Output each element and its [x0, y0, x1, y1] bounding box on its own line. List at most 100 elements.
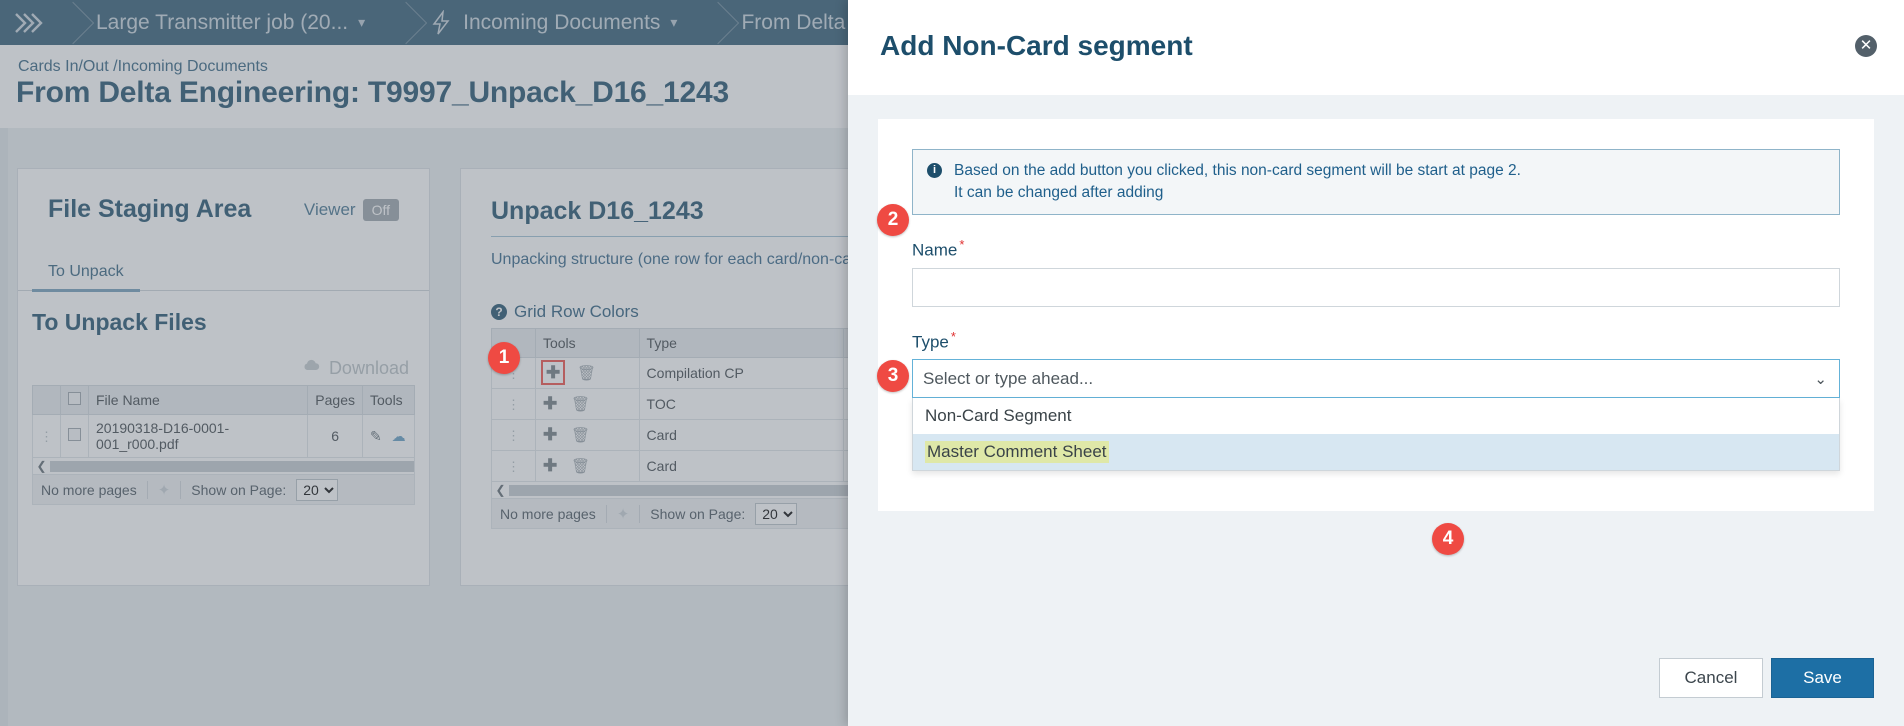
show-on-page-select[interactable]: 20 — [296, 478, 339, 501]
col-tools: Tools — [362, 385, 415, 415]
drag-handle-icon[interactable]: ⋮ — [507, 459, 520, 474]
step-badge-2: 2 — [877, 204, 909, 236]
select-all-checkbox[interactable] — [68, 392, 81, 405]
row-checkbox[interactable] — [68, 428, 81, 441]
download-button-label: Download — [328, 358, 409, 378]
tab-to-unpack[interactable]: To Unpack — [32, 258, 140, 292]
cell-tools[interactable]: ✚ 🗑 — [534, 450, 640, 482]
question-circle-icon[interactable]: ? — [491, 304, 507, 320]
name-field-label: Name * — [912, 237, 1840, 261]
cell-tools[interactable]: ✚ 🗑 — [534, 419, 640, 451]
dropdown-option-master-comment-sheet[interactable]: Master Comment Sheet — [913, 434, 1839, 471]
drag-handle-icon[interactable]: ⋮ — [507, 397, 520, 412]
type-select-placeholder: Select or type ahead... — [923, 368, 1094, 388]
table-row[interactable]: ⋮ 20190318-D16-0001-001_r000.pdf 6 ✎ ☁ — [32, 414, 415, 458]
trash-icon[interactable]: 🗑 — [571, 427, 590, 444]
cell-tools[interactable]: ✚ 🗑 — [534, 388, 640, 420]
cloud-upload-icon[interactable]: ☁ — [392, 428, 406, 444]
viewer-toggle-group[interactable]: Viewer Off — [303, 198, 399, 221]
grid-row-colors-label: Grid Row Colors — [514, 302, 639, 321]
chevrons-right-icon[interactable] — [0, 0, 58, 45]
row-drag-handle[interactable]: ⋮ — [32, 414, 61, 458]
cell-tools[interactable]: ✎ ☁ — [362, 414, 415, 458]
to-unpack-files-title: To Unpack Files — [32, 309, 207, 335]
col-tools: Tools — [534, 328, 640, 358]
name-label-text: Name — [912, 240, 958, 260]
chevron-down-icon[interactable]: ▾ — [670, 14, 677, 31]
staging-tabbar: To Unpack — [18, 258, 429, 292]
no-more-pages-label: No more pages — [500, 505, 596, 522]
refresh-icon[interactable]: ✦ — [158, 481, 171, 499]
chevron-down-icon[interactable]: ⌄ — [1814, 370, 1827, 388]
cell-type: TOC — [638, 388, 844, 420]
table-header-row: File Name Pages Tools — [32, 385, 415, 415]
save-button[interactable]: Save — [1771, 658, 1874, 698]
modal-body: i Based on the add button you clicked, t… — [848, 95, 1904, 630]
pencil-icon[interactable]: ✎ — [370, 428, 382, 444]
nav-divider-2 — [391, 0, 411, 45]
cell-pages: 6 — [307, 414, 363, 458]
dropdown-option-label: Master Comment Sheet — [925, 441, 1109, 464]
left-rail — [0, 128, 8, 726]
add-non-card-segment-modal: Add Non-Card segment ✕ i Based on the ad… — [848, 0, 1904, 726]
step-badge-3: 3 — [877, 360, 909, 392]
type-dropdown-list: Non-Card Segment Master Comment Sheet — [912, 398, 1840, 472]
trash-icon[interactable]: 🗑 — [571, 458, 590, 475]
step-badge-1: 1 — [488, 342, 520, 374]
cell-tools[interactable]: ✚ 🗑 — [534, 357, 640, 389]
row-select-cell[interactable] — [60, 414, 89, 458]
file-staging-area-panel: File Staging Area Viewer Off To Unpack T… — [17, 168, 430, 586]
table-horizontal-scrollbar[interactable]: ❮ — [32, 458, 415, 475]
page-title: From Delta Engineering: T9997_Unpack_D16… — [16, 76, 729, 109]
col-file-name: File Name — [87, 385, 309, 415]
type-field-label: Type * — [912, 329, 1840, 353]
scroll-left-arrow-icon[interactable]: ❮ — [33, 459, 50, 473]
dropdown-option-non-card-segment[interactable]: Non-Card Segment — [913, 398, 1839, 434]
type-label-text: Type — [912, 332, 949, 352]
cell-type: Card — [638, 450, 844, 482]
add-segment-button[interactable]: ✚ — [543, 456, 557, 475]
add-segment-button[interactable]: ✚ — [543, 394, 557, 413]
type-select[interactable]: Select or type ahead... ⌄ — [912, 359, 1840, 399]
modal-form-card: i Based on the add button you clicked, t… — [878, 119, 1874, 512]
nav-item-incoming-documents[interactable]: Incoming Documents ▾ — [411, 0, 703, 45]
cell-type: Card — [638, 419, 844, 451]
pager-divider-2 — [639, 504, 641, 523]
row-drag-handle[interactable]: ⋮ — [491, 419, 536, 451]
cloud-download-icon — [302, 358, 322, 379]
info-banner: i Based on the add button you clicked, t… — [912, 149, 1840, 215]
close-icon[interactable]: ✕ — [1855, 35, 1877, 57]
nav-item-incoming-documents-label: Incoming Documents — [463, 10, 661, 34]
cancel-button[interactable]: Cancel — [1659, 658, 1763, 698]
add-segment-button[interactable]: ✚ — [543, 425, 557, 444]
refresh-icon[interactable]: ✦ — [617, 505, 630, 523]
trash-icon[interactable]: 🗑 — [577, 365, 596, 382]
drag-handle-icon[interactable]: ⋮ — [507, 428, 520, 443]
add-segment-button[interactable]: ✚ — [540, 360, 566, 385]
chevron-down-icon[interactable]: ▾ — [358, 14, 365, 31]
row-drag-handle[interactable]: ⋮ — [491, 388, 536, 420]
name-input[interactable] — [912, 267, 1840, 307]
modal-title: Add Non-Card segment — [880, 30, 1193, 61]
info-circle-icon: i — [927, 163, 942, 178]
nav-item-job[interactable]: Large Transmitter job (20... ▾ — [78, 0, 391, 45]
modal-header: Add Non-Card segment ✕ — [848, 0, 1904, 95]
scroll-left-arrow-icon[interactable]: ❮ — [492, 483, 509, 497]
info-banner-text: Based on the add button you clicked, thi… — [954, 160, 1521, 204]
drag-handle-icon[interactable]: ⋮ — [40, 429, 53, 444]
col-type: Type — [638, 328, 844, 358]
download-button[interactable]: Download — [32, 358, 409, 379]
viewer-label: Viewer — [303, 199, 356, 219]
scrollbar-thumb[interactable] — [50, 460, 414, 472]
viewer-toggle-state[interactable]: Off — [362, 198, 399, 221]
cell-type: Compilation CP — [638, 357, 844, 389]
nav-item-job-label: Large Transmitter job (20... — [96, 10, 349, 34]
trash-icon[interactable]: 🗑 — [571, 396, 590, 413]
required-marker: * — [959, 237, 965, 252]
pager-divider — [146, 480, 148, 499]
cell-file-name: 20190318-D16-0001-001_r000.pdf — [87, 414, 309, 458]
col-select — [60, 385, 89, 415]
row-drag-handle[interactable]: ⋮ — [491, 450, 536, 482]
info-line-2: It can be changed after adding — [954, 184, 1164, 201]
show-on-page-select[interactable]: 20 — [755, 502, 798, 525]
